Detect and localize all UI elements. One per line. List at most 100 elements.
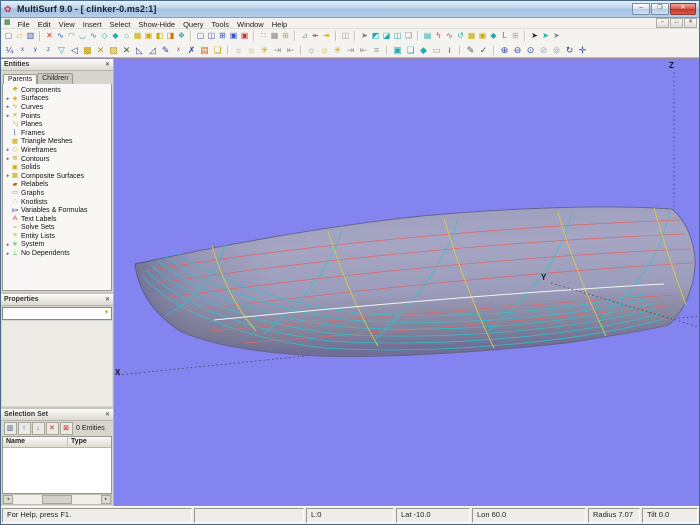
zoom-prev-icon[interactable]: ⊘ bbox=[538, 44, 550, 56]
show-next-icon[interactable]: ⇤ bbox=[285, 44, 297, 56]
surface-slab-icon[interactable]: ▭ bbox=[431, 44, 443, 56]
insert-cylinder-icon[interactable]: ◧ bbox=[155, 31, 165, 41]
red-x-icon[interactable]: ˣ bbox=[173, 44, 185, 56]
select-add-icon[interactable]: ◩ bbox=[371, 31, 381, 41]
abs-point-icon[interactable]: ˣ bbox=[17, 44, 29, 56]
tree-item-points[interactable]: ▸✕Points bbox=[5, 112, 111, 121]
tree-item-text-labels[interactable]: AText Labels bbox=[5, 215, 111, 224]
axes-icon[interactable]: ⊞ bbox=[281, 31, 291, 41]
measure-icon[interactable]: ⊿ bbox=[300, 31, 310, 41]
tree-item-frames[interactable]: ⌊Frames bbox=[5, 129, 111, 138]
check-icon[interactable]: ✓ bbox=[478, 44, 490, 56]
zoom-out-icon[interactable]: ⊖ bbox=[512, 44, 524, 56]
tree-item-solids[interactable]: ▣Solids bbox=[5, 163, 111, 172]
insert-surface-icon[interactable]: ◇ bbox=[100, 31, 110, 41]
view-perspective-icon[interactable]: ▣ bbox=[240, 31, 250, 41]
columns-button[interactable]: ▥ bbox=[4, 422, 17, 435]
child-minimize-button[interactable]: – bbox=[656, 18, 669, 28]
insert-bcurve-icon[interactable]: ∿ bbox=[89, 31, 99, 41]
view-split-icon[interactable]: ◫ bbox=[207, 31, 217, 41]
minimize-button[interactable]: – bbox=[632, 3, 650, 15]
move-up-button[interactable]: ↑ bbox=[18, 422, 31, 435]
tab-parents[interactable]: Parents bbox=[3, 74, 37, 84]
tree-item-knotlists[interactable]: ∴Knotlists bbox=[5, 198, 111, 207]
frame-point-icon[interactable]: ▩ bbox=[82, 44, 94, 56]
rel-point-icon[interactable]: ¼ bbox=[4, 44, 16, 56]
hull-canvas[interactable] bbox=[114, 59, 699, 506]
filter-icon[interactable]: ▼ bbox=[102, 309, 111, 318]
scroll-thumb[interactable] bbox=[42, 495, 72, 504]
entity-hook-icon[interactable]: ϟ bbox=[434, 31, 444, 41]
entity-frame-icon[interactable]: L bbox=[500, 31, 510, 41]
tree-item-variables-formulas[interactable]: x=Variables & Formulas bbox=[5, 206, 111, 215]
prev-view-icon[interactable]: ↞ bbox=[311, 31, 321, 41]
snap-grid-icon[interactable]: ∷ bbox=[259, 31, 269, 41]
insert-gem-icon[interactable]: ❖ bbox=[177, 31, 187, 41]
tree-item-wireframes[interactable]: ▸◇Wireframes bbox=[5, 146, 111, 155]
child-restore-button[interactable]: □ bbox=[670, 18, 683, 28]
menu-view[interactable]: View bbox=[55, 20, 79, 29]
stack-icon[interactable]: ▤ bbox=[199, 44, 211, 56]
clear-all-button[interactable]: ⊠ bbox=[60, 422, 73, 435]
surface-wave-icon[interactable]: ≀ bbox=[444, 44, 456, 56]
entity-curve-icon[interactable]: ∿ bbox=[445, 31, 455, 41]
view-single-icon[interactable]: ▢ bbox=[196, 31, 206, 41]
zoom-in-icon[interactable]: ⊕ bbox=[499, 44, 511, 56]
menu-file[interactable]: File bbox=[14, 20, 34, 29]
burst-icon[interactable]: ✳ bbox=[332, 44, 344, 56]
tab-left-icon[interactable]: ⇤ bbox=[358, 44, 370, 56]
entity-loop-icon[interactable]: ↺ bbox=[456, 31, 466, 41]
show-all-icon[interactable]: ✳ bbox=[259, 44, 271, 56]
horizontal-scrollbar[interactable]: ◂ ▸ bbox=[2, 494, 112, 505]
tree-item-contours[interactable]: ▸≋Contours bbox=[5, 155, 111, 164]
menu-help[interactable]: Help bbox=[268, 20, 291, 29]
tree-item-surfaces[interactable]: ▸◈Surfaces bbox=[5, 95, 111, 104]
restore-button[interactable]: ❐ bbox=[651, 3, 669, 15]
selection-set-close-icon[interactable]: ✕ bbox=[105, 411, 110, 419]
tab-right-icon[interactable]: ⇥ bbox=[345, 44, 357, 56]
cross-icon[interactable]: ✗ bbox=[186, 44, 198, 56]
tree-item-no-dependents[interactable]: ▸⊥No Dependents bbox=[5, 249, 111, 258]
surface-box-icon[interactable]: ▣ bbox=[392, 44, 404, 56]
zoom-window-icon[interactable]: ⊚ bbox=[551, 44, 563, 56]
tree-item-planes[interactable]: ◹Planes bbox=[5, 120, 111, 129]
close-button[interactable]: ✕ bbox=[670, 3, 696, 15]
insert-plane-icon[interactable]: ⌂ bbox=[122, 31, 132, 41]
new-window-icon[interactable]: ◫ bbox=[341, 31, 351, 41]
tree-item-composite-surfaces[interactable]: ▸▩Composite Surfaces bbox=[5, 172, 111, 181]
tree-item-system[interactable]: ▸✳System bbox=[5, 241, 111, 250]
open-folder-icon[interactable]: ▱ bbox=[15, 31, 25, 41]
hide-bulb-icon[interactable]: ☼ bbox=[233, 44, 245, 56]
insert-solid-icon[interactable]: ◆ bbox=[111, 31, 121, 41]
properties-field[interactable]: ▼ bbox=[2, 307, 112, 320]
select-box-icon[interactable]: ◫ bbox=[393, 31, 403, 41]
menu-select[interactable]: Select bbox=[106, 20, 135, 29]
entity-box-icon[interactable]: ▣ bbox=[478, 31, 488, 41]
pointer-black-icon[interactable]: ➤ bbox=[530, 31, 540, 41]
ring-icon[interactable]: ▽ bbox=[56, 44, 68, 56]
tree-item-curves[interactable]: ▸∿Curves bbox=[5, 103, 111, 112]
sheet-icon[interactable]: ❏ bbox=[212, 44, 224, 56]
view-shaded-icon[interactable]: ▣ bbox=[229, 31, 239, 41]
menu-edit[interactable]: Edit bbox=[34, 20, 55, 29]
mesh-point-icon[interactable]: ▨ bbox=[108, 44, 120, 56]
scroll-right-icon[interactable]: ▸ bbox=[101, 495, 111, 504]
menu-window[interactable]: Window bbox=[233, 20, 268, 29]
pen-point-icon[interactable]: ✎ bbox=[160, 44, 172, 56]
insert-arc-icon[interactable]: ◠ bbox=[67, 31, 77, 41]
column-type[interactable]: Type bbox=[68, 437, 90, 447]
insert-revolve-icon[interactable]: ◨ bbox=[166, 31, 176, 41]
tree-item-entity-lists[interactable]: ≡Entity Lists bbox=[5, 232, 111, 241]
surface-gem-icon[interactable]: ◆ bbox=[418, 44, 430, 56]
hide-next-icon[interactable]: ⇥ bbox=[272, 44, 284, 56]
tri-b-icon[interactable]: ◿ bbox=[147, 44, 159, 56]
new-file-icon[interactable]: ▢ bbox=[4, 31, 14, 41]
tree-item-triangle-meshes[interactable]: ▦Triangle Meshes bbox=[5, 138, 111, 147]
insert-box-icon[interactable]: ▣ bbox=[144, 31, 154, 41]
child-close-button[interactable]: ✕ bbox=[684, 18, 697, 28]
tab-children[interactable]: Children bbox=[37, 73, 73, 84]
column-name[interactable]: Name bbox=[3, 437, 68, 447]
insert-mesh-icon[interactable]: ▦ bbox=[133, 31, 143, 41]
pan-view-icon[interactable]: ✛ bbox=[577, 44, 589, 56]
tree-item-components[interactable]: ❖Components bbox=[5, 86, 111, 95]
